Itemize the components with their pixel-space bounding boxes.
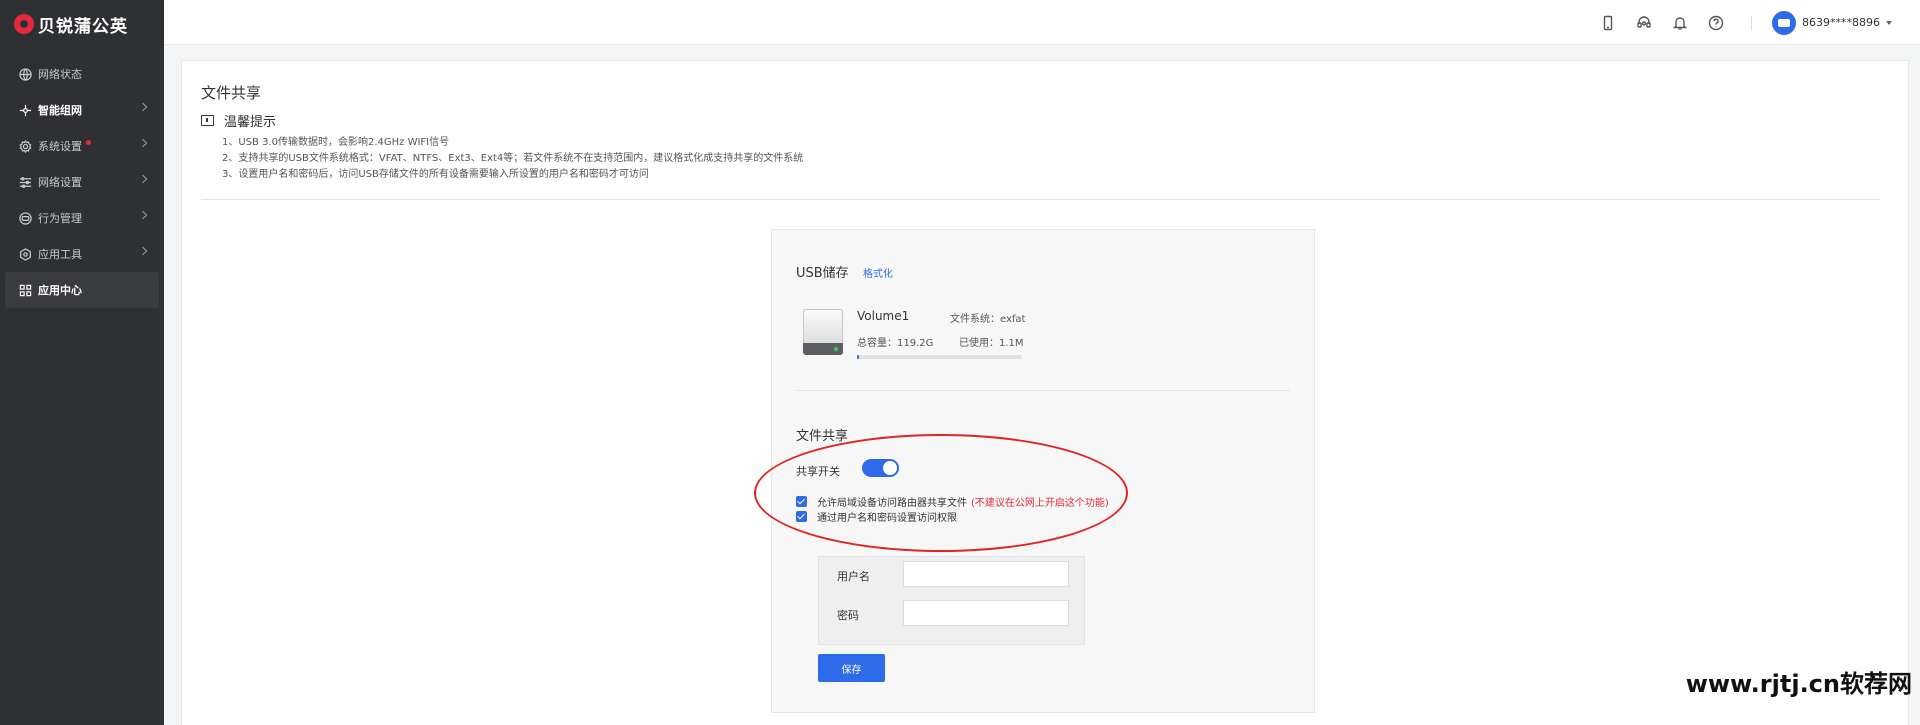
brand-logo-icon (14, 14, 34, 34)
sidebar-item-label: 应用中心 (38, 284, 82, 297)
sidebar-item-label: 行为管理 (38, 212, 82, 225)
total-capacity: 总容量：119.2G (857, 338, 934, 349)
credentials-box: 用户名 密码 (818, 556, 1085, 645)
auth-label: 通过用户名和密码设置访问权限 (817, 513, 957, 524)
warning-text: (不建议在公网上开启这个功能) (971, 498, 1109, 509)
password-label: 密码 (837, 609, 859, 622)
sidebar-item-label: 应用工具 (38, 248, 82, 261)
chevron-right-icon (138, 138, 148, 148)
sidebar-item-label: 网络状态 (38, 68, 82, 81)
share-toggle[interactable] (862, 459, 899, 477)
globe-icon (18, 67, 32, 81)
sidebar-item-network-status[interactable]: 网络状态 (0, 56, 164, 92)
sidebar: 贝锐蒲公英 网络状态 智能组网 系统设置 网络设置 行为管理 应用工具 应用中心 (0, 0, 164, 725)
sidebar-item-app-center[interactable]: 应用中心 (5, 272, 159, 308)
chevron-right-icon (138, 210, 148, 220)
password-input[interactable] (903, 600, 1069, 626)
sidebar-item-behavior[interactable]: 行为管理 (0, 200, 164, 236)
sidebar-item-smart-network[interactable]: 智能组网 (0, 92, 164, 128)
usage-bar-fill (857, 355, 859, 359)
user-menu[interactable]: 8639****8896 (1772, 10, 1892, 35)
caret-down-icon (1886, 20, 1892, 25)
notification-dot (86, 139, 91, 145)
hexagon-icon (18, 247, 32, 261)
tips-list: 1、USB 3.0传输数据时，会影响2.4GHz WIFI信号 2、支持共享的U… (222, 135, 803, 183)
tip-item: 1、USB 3.0传输数据时，会影响2.4GHz WIFI信号 (222, 137, 450, 148)
chevron-right-icon (138, 174, 148, 184)
allow-lan-checkbox[interactable] (796, 496, 807, 507)
sidebar-item-network-settings[interactable]: 网络设置 (0, 164, 164, 200)
logo[interactable]: 贝锐蒲公英 (0, 0, 164, 48)
mobile-icon[interactable] (1599, 14, 1617, 32)
sidebar-item-system-settings[interactable]: 系统设置 (0, 128, 164, 164)
page-title: 文件共享 (201, 84, 262, 102)
sidebar-item-label: 智能组网 (38, 104, 82, 117)
bell-icon[interactable] (1671, 14, 1689, 32)
save-button[interactable]: 保存 (818, 654, 885, 682)
usb-share-panel: USB储存 格式化 Volume1 文件系统：exfat 总容量：119.2G … (771, 229, 1315, 713)
avatar (1772, 10, 1796, 35)
section-divider (201, 199, 1880, 200)
gear-icon (18, 139, 32, 153)
panel-divider (796, 390, 1290, 391)
top-bar: 8639****8896 (164, 0, 1920, 45)
usb-storage-title: USB储存 (796, 266, 849, 281)
user-name: 8639****8896 (1802, 16, 1880, 29)
tip-item: 3、设置用户名和密码后，访问USB存储文件的所有设备需要输入所设置的用户名和密码… (222, 169, 649, 180)
sidebar-item-label: 系统设置 (38, 140, 82, 153)
format-link[interactable]: 格式化 (863, 265, 893, 280)
allow-lan-label: 允许局域设备访问路由器共享文件 (817, 498, 967, 509)
chevron-right-icon (138, 246, 148, 256)
usage-bar (857, 355, 1022, 359)
help-icon[interactable] (1707, 14, 1725, 32)
behavior-icon (18, 211, 32, 225)
divider (1751, 15, 1752, 30)
username-label: 用户名 (837, 570, 870, 583)
allow-lan-row: 允许局域设备访问路由器共享文件 (不建议在公网上开启这个功能) (796, 494, 1109, 509)
brand-name: 贝锐蒲公英 (38, 16, 128, 37)
tip-item: 2、支持共享的USB文件系统格式：VFAT、NTFS、Ext3、Ext4等；若文… (222, 153, 804, 164)
sidebar-item-label: 网络设置 (38, 176, 82, 189)
grid-icon (18, 283, 32, 297)
auth-row: 通过用户名和密码设置访问权限 (796, 509, 957, 524)
file-share-title: 文件共享 (796, 429, 849, 444)
volume-name: Volume1 (857, 309, 910, 323)
network-icon (18, 103, 32, 117)
share-switch-label: 共享开关 (796, 465, 840, 478)
main-content: 文件共享 温馨提示 1、USB 3.0传输数据时，会影响2.4GHz WIFI信… (181, 60, 1909, 725)
sidebar-item-app-tools[interactable]: 应用工具 (0, 236, 164, 272)
top-bar-actions: 8639****8896 (1599, 0, 1920, 45)
watermark: www.rjtj.cn软荐网 (1685, 670, 1912, 698)
info-icon (201, 115, 214, 126)
tips-title: 温馨提示 (224, 115, 277, 130)
chevron-right-icon (138, 102, 148, 112)
auth-checkbox[interactable] (796, 511, 807, 522)
used-capacity: 已使用：1.1M (959, 338, 1024, 349)
username-input[interactable] (903, 561, 1069, 587)
tips-heading: 温馨提示 (201, 111, 276, 130)
support-icon[interactable] (1635, 14, 1653, 32)
usb-drive-icon (803, 309, 843, 355)
sidebar-menu: 网络状态 智能组网 系统设置 网络设置 行为管理 应用工具 应用中心 (0, 56, 164, 308)
sliders-icon (18, 175, 32, 189)
file-system: 文件系统：exfat (950, 314, 1026, 325)
